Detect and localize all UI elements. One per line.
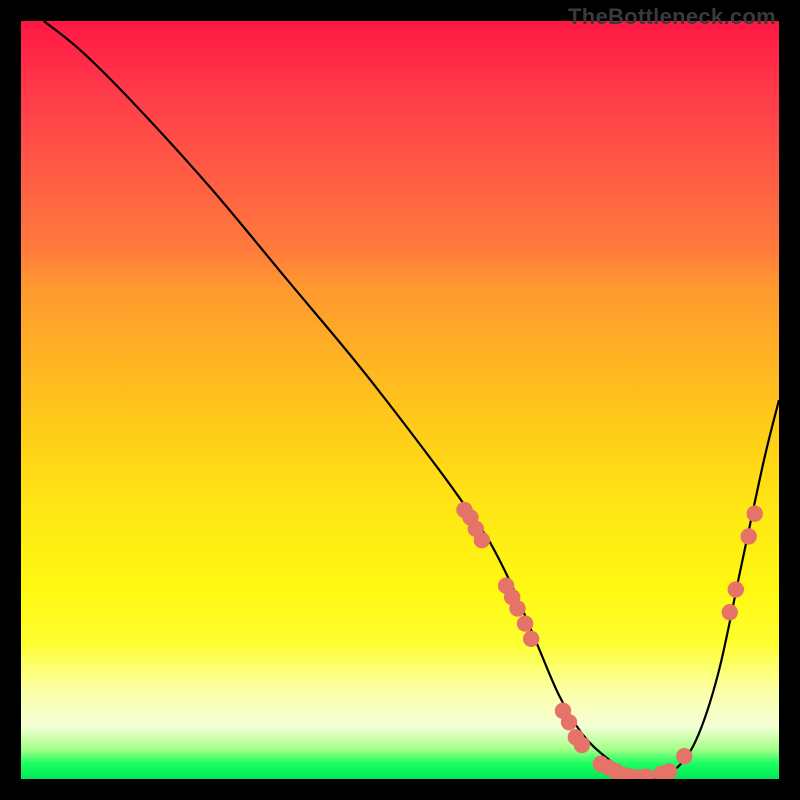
data-marker	[728, 581, 744, 597]
data-marker	[561, 714, 577, 730]
chart-overlay	[21, 21, 779, 779]
data-marker	[747, 506, 763, 522]
data-marker	[722, 604, 738, 620]
marker-group	[456, 502, 763, 779]
data-marker	[517, 615, 533, 631]
data-marker	[509, 600, 525, 616]
data-marker	[740, 528, 756, 544]
data-marker	[574, 737, 590, 753]
data-marker	[661, 763, 677, 779]
data-marker	[523, 631, 539, 647]
curve-line	[44, 21, 779, 779]
data-marker	[474, 532, 490, 548]
watermark-label: TheBottleneck.com	[568, 4, 776, 30]
plot-area	[21, 21, 779, 779]
data-marker	[676, 748, 692, 764]
